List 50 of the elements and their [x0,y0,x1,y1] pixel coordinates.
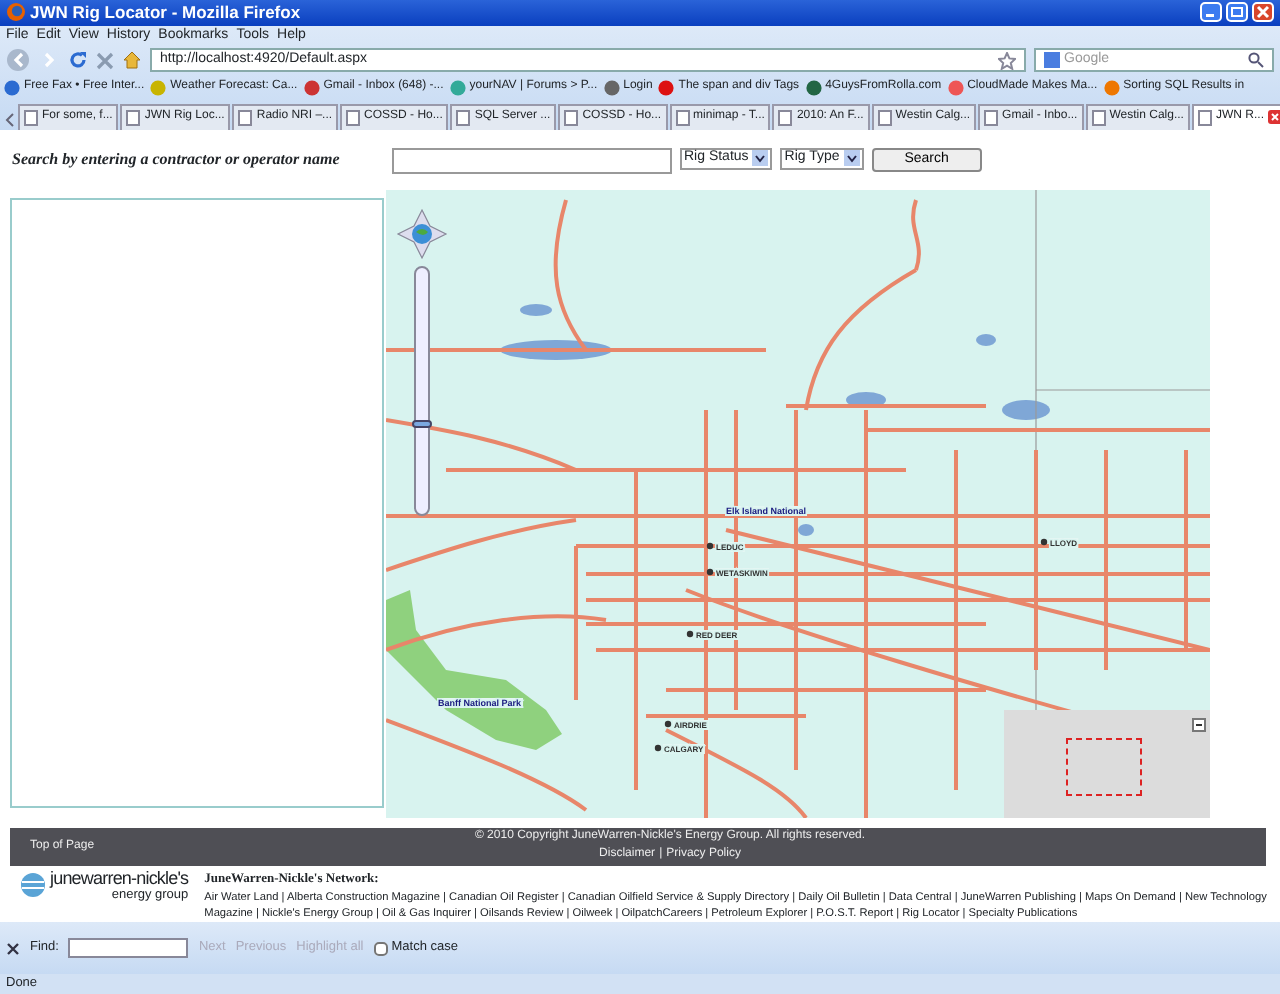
globe-logo-icon [20,872,46,899]
close-tab-icon[interactable] [1267,110,1280,125]
page-icon [238,109,253,126]
home-icon[interactable] [122,50,142,71]
page-icon [877,109,892,126]
pan-control-icon[interactable] [396,207,448,260]
site-icon [303,79,320,96]
caret-icon [843,150,860,167]
town-marker-icon [664,720,672,727]
site-icon [658,79,675,96]
scroll-left-icon[interactable] [4,109,16,130]
viewport-rectangle[interactable] [1066,737,1142,796]
star-icon[interactable] [998,51,1016,70]
page-icon [456,109,471,126]
page-icon [675,109,690,126]
site-icon [1103,79,1120,96]
page-icon [126,109,141,126]
page-icon [1197,109,1212,126]
site-icon [947,79,964,96]
town-marker-icon [686,630,694,637]
page-icon [346,109,361,126]
search-icon[interactable] [1248,52,1264,69]
page-icon [564,109,579,126]
town-marker-icon [706,542,714,549]
close-icon[interactable] [6,941,20,956]
town-marker-icon [654,744,662,751]
caret-icon [752,150,769,167]
stop-icon[interactable] [96,51,114,70]
minimize-icon[interactable] [1200,2,1222,23]
match-case-checkbox[interactable] [373,941,388,956]
site-icon [449,79,466,96]
logo-text: junewarren-nickle's [50,869,189,888]
site-icon [805,79,822,96]
restore-icon[interactable] [1226,2,1248,23]
site-icon [4,79,20,96]
page-icon [778,109,793,126]
search-field[interactable] [392,147,672,174]
zoom-slider-thumb[interactable] [412,419,432,428]
page-icon [1091,109,1106,126]
page-icon [984,109,999,126]
search-label: Search by entering a contractor or operator name [12,147,342,172]
reload-icon[interactable] [68,50,88,71]
window-title: JWN Rig Locator - Mozilla Firefox [30,0,303,26]
site-icon [603,79,620,96]
collapse-icon[interactable] [1192,717,1206,732]
town-marker-icon [1040,538,1048,545]
find-field[interactable] [68,938,189,959]
site-icon [150,79,167,96]
town-marker-icon [706,568,714,575]
page-icon [24,109,38,126]
